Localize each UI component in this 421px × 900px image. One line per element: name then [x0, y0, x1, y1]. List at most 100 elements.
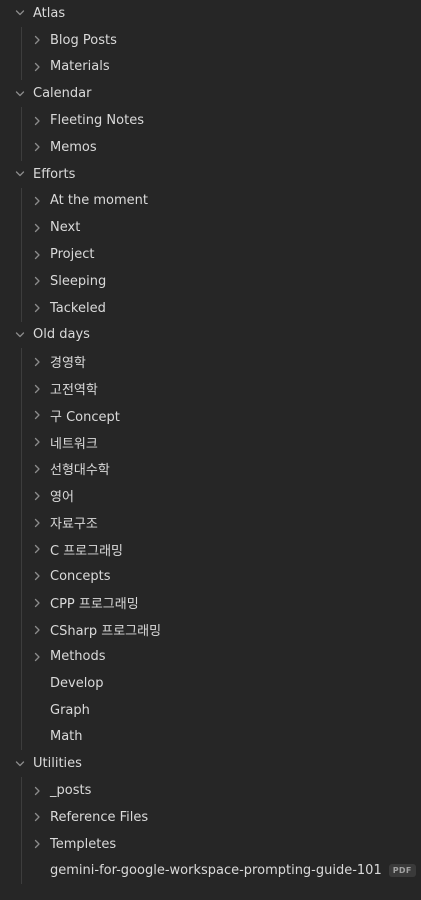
chevron-right-icon[interactable] [32, 410, 42, 420]
file-row-develop[interactable]: Develop [0, 670, 421, 697]
folder-label: 영어 [50, 490, 74, 506]
chevron-right-icon[interactable] [32, 116, 42, 126]
file-label: Math [50, 729, 83, 745]
chevron-right-icon[interactable] [32, 839, 42, 849]
folder-atlas: Atlas Blog Posts Materials [0, 0, 421, 81]
folder-row-materials[interactable]: Materials [0, 54, 421, 81]
folder-row-reference-files[interactable]: Reference Files [0, 804, 421, 831]
folder-utilities: Utilities _posts Reference Files Templet… [0, 750, 421, 885]
folder-row-atlas[interactable]: Atlas [0, 0, 421, 27]
folder-label: Materials [50, 59, 110, 75]
file-label: Graph [50, 702, 90, 718]
chevron-right-icon[interactable] [32, 196, 42, 206]
folder-row-tackeled[interactable]: Tackeled [0, 295, 421, 322]
folder-row-methods[interactable]: Methods [0, 643, 421, 670]
folder-row-templetes[interactable]: Templetes [0, 831, 421, 858]
folder-row-english[interactable]: 영어 [0, 482, 421, 509]
folder-row-c-programming[interactable]: C 프로그래밍 [0, 536, 421, 563]
chevron-right-icon[interactable] [32, 812, 42, 822]
chevron-right-icon[interactable] [32, 142, 42, 152]
folder-row-business[interactable]: 경영학 [0, 348, 421, 375]
folder-children: At the moment Next Project Sleeping Tack… [0, 187, 421, 322]
folder-label: _posts [50, 783, 92, 798]
chevron-right-icon[interactable] [32, 276, 42, 286]
folder-children: _posts Reference Files Templetes gemini-… [0, 777, 421, 885]
folder-label: Blog Posts [50, 32, 117, 48]
folder-label: Project [50, 247, 95, 263]
folder-row-posts[interactable]: _posts [0, 777, 421, 804]
folder-row-blog-posts[interactable]: Blog Posts [0, 27, 421, 54]
folder-label: CSharp 프로그래밍 [50, 624, 162, 640]
folder-label: 고전역학 [50, 383, 98, 399]
chevron-right-icon[interactable] [32, 518, 42, 528]
folder-label: Next [50, 220, 81, 236]
folder-row-efforts[interactable]: Efforts [0, 161, 421, 188]
folder-label: CPP 프로그래밍 [50, 597, 139, 613]
chevron-right-icon[interactable] [32, 786, 42, 796]
folder-label: 선형대수학 [50, 463, 110, 479]
chevron-right-icon[interactable] [32, 598, 42, 608]
chevron-right-icon[interactable] [32, 303, 42, 313]
folder-row-cpp-programming[interactable]: CPP 프로그래밍 [0, 590, 421, 617]
folder-efforts: Efforts At the moment Next Project Sleep… [0, 161, 421, 322]
folder-label: Sleeping [50, 273, 107, 289]
chevron-right-icon[interactable] [32, 464, 42, 474]
chevron-right-icon[interactable] [32, 652, 42, 662]
file-row-graph[interactable]: Graph [0, 697, 421, 724]
chevron-down-icon[interactable] [15, 8, 25, 18]
file-row-math[interactable]: Math [0, 724, 421, 751]
folder-row-classical-mechanics[interactable]: 고전역학 [0, 375, 421, 402]
chevron-right-icon[interactable] [32, 571, 42, 581]
chevron-right-icon[interactable] [32, 250, 42, 260]
folder-label: Methods [50, 649, 106, 665]
chevron-down-icon[interactable] [15, 330, 25, 340]
folder-row-old-concept[interactable]: 구 Concept [0, 402, 421, 429]
folder-row-sleeping[interactable]: Sleeping [0, 268, 421, 295]
file-label: Develop [50, 675, 104, 691]
folder-row-calendar[interactable]: Calendar [0, 80, 421, 107]
chevron-down-icon[interactable] [15, 169, 25, 179]
chevron-right-icon[interactable] [32, 544, 42, 554]
folder-row-old-days[interactable]: Old days [0, 322, 421, 349]
file-explorer-tree: Atlas Blog Posts Materials Calendar Flee… [0, 0, 421, 900]
folder-label: 경영학 [50, 356, 86, 372]
folder-row-network[interactable]: 네트워크 [0, 429, 421, 456]
folder-label: Calendar [33, 86, 92, 102]
folder-row-csharp-programming[interactable]: CSharp 프로그래밍 [0, 616, 421, 643]
folder-row-fleeting-notes[interactable]: Fleeting Notes [0, 107, 421, 134]
chevron-right-icon[interactable] [32, 384, 42, 394]
folder-label: C 프로그래밍 [50, 543, 124, 559]
chevron-right-icon[interactable] [32, 625, 42, 635]
folder-children: Fleeting Notes Memos [0, 107, 421, 161]
folder-row-linear-algebra[interactable]: 선형대수학 [0, 456, 421, 483]
chevron-right-icon[interactable] [32, 62, 42, 72]
folder-row-project[interactable]: Project [0, 241, 421, 268]
folder-row-concepts[interactable]: Concepts [0, 563, 421, 590]
folder-label: 자료구조 [50, 517, 98, 533]
file-row-gemini-guide-pdf[interactable]: gemini-for-google-workspace-prompting-gu… [0, 858, 421, 885]
file-type-badge: PDF [388, 864, 416, 878]
folder-calendar: Calendar Fleeting Notes Memos [0, 80, 421, 161]
chevron-right-icon[interactable] [32, 35, 42, 45]
folder-old-days: Old days 경영학 고전역학 구 Concept 네트워크 선형대수학 영… [0, 322, 421, 751]
folder-label: Atlas [33, 5, 66, 21]
folder-label: At the moment [50, 193, 148, 209]
chevron-right-icon[interactable] [32, 437, 42, 447]
chevron-down-icon[interactable] [15, 89, 25, 99]
chevron-right-icon[interactable] [32, 357, 42, 367]
chevron-down-icon[interactable] [15, 759, 25, 769]
folder-row-utilities[interactable]: Utilities [0, 750, 421, 777]
folder-row-next[interactable]: Next [0, 214, 421, 241]
chevron-right-icon[interactable] [32, 223, 42, 233]
chevron-right-icon[interactable] [32, 491, 42, 501]
folder-label: Fleeting Notes [50, 113, 144, 129]
folder-label: 네트워크 [50, 436, 98, 452]
folder-label: 구 Concept [50, 409, 120, 425]
folder-label: Efforts [33, 166, 76, 182]
folder-row-data-structures[interactable]: 자료구조 [0, 509, 421, 536]
folder-label: Reference Files [50, 809, 149, 825]
folder-label: Tackeled [50, 300, 106, 316]
folder-row-at-the-moment[interactable]: At the moment [0, 188, 421, 215]
folder-label: Concepts [50, 568, 111, 584]
folder-row-memos[interactable]: Memos [0, 134, 421, 161]
